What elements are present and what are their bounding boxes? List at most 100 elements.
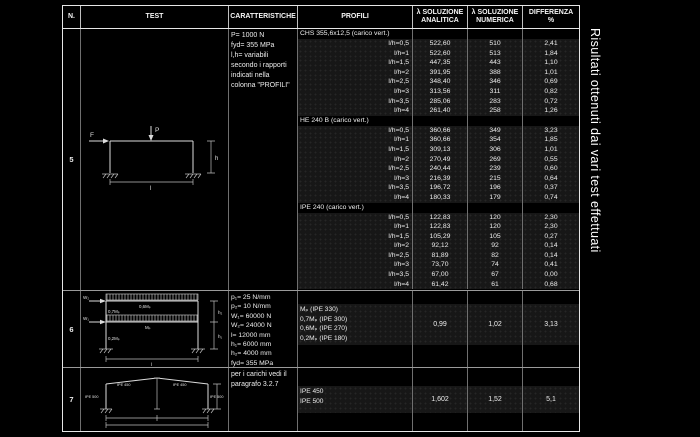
- numerical-value: 311: [468, 87, 523, 97]
- test-6-analytical-cell: 0,99: [413, 291, 468, 367]
- difference-value: 0,60: [523, 164, 579, 174]
- analytical-value: 522,60: [413, 39, 468, 49]
- characteristic-line: p₂= 10 N/mm: [231, 302, 296, 311]
- difference-value: 0,14: [523, 241, 579, 251]
- numerical-value: 61: [468, 280, 523, 290]
- support-hatch-left: [99, 349, 113, 353]
- profile-group-title: IPE 240 (carico vert.): [298, 203, 413, 213]
- frame-outline: [110, 141, 193, 173]
- test-7-numerical-cell: 1,52: [468, 368, 523, 431]
- table-row: l/h=1360,663541,85: [298, 135, 579, 145]
- header-caratteristiche: CARATTERISTICHE: [229, 6, 298, 28]
- test-number-5: 5: [63, 29, 81, 290]
- difference-value: 5,1: [523, 386, 579, 413]
- difference-value: 1,84: [523, 49, 579, 59]
- table-row: l/h=2391,953881,01: [298, 68, 579, 78]
- difference-value: 0,74: [523, 193, 579, 203]
- numerical-value: 258: [468, 106, 523, 116]
- lh-ratio: l/h=1,5: [298, 145, 413, 155]
- profile-group-title-row: IPE 240 (carico vert.): [298, 203, 579, 213]
- length-dimension-label: l: [151, 362, 152, 367]
- difference-value: 0,27: [523, 232, 579, 242]
- lh-ratio: l/h=1: [298, 135, 413, 145]
- wind-force-label-mid: W₁: [83, 316, 89, 321]
- profile-group-title-row: HE 240 B (carico vert.): [298, 116, 579, 126]
- table-row: l/h=3313,563110,82: [298, 87, 579, 97]
- table-row: l/h=3,5285,062830,72: [298, 97, 579, 107]
- ridge-height-dimension: [154, 378, 160, 409]
- empty-cell: [523, 29, 579, 39]
- test-6-profili-cell: Mₚ (IPE 330) 0,7Mₚ (IPE 300) 0,6Mₚ (IPE …: [298, 291, 413, 367]
- lh-ratio: l/h=1: [298, 49, 413, 59]
- length-dimension-line: [110, 179, 193, 185]
- test-row-7: 7 IPE 450 IPE 450 IPE 500 IPE 500: [63, 368, 579, 431]
- load-strip-mid-hatch: [107, 315, 197, 321]
- analytical-value: 180,33: [413, 193, 468, 203]
- profile-line: Mₚ (IPE 330): [300, 305, 338, 315]
- full-span-dimension-line: [106, 422, 208, 428]
- lh-ratio: l/h=2,5: [298, 251, 413, 261]
- analytical-value: 360,66: [413, 135, 468, 145]
- characteristic-line: fyd= 355 MPa: [231, 41, 296, 51]
- analytical-value: 391,95: [413, 68, 468, 78]
- h2-dimension-label: h₂: [218, 310, 223, 315]
- table-header: N. TEST CARATTERISTICHE PROFILI λ SOLUZI…: [63, 6, 579, 29]
- characteristic-line: secondo i rapporti: [231, 61, 296, 71]
- lh-ratio: l/h=2,5: [298, 77, 413, 87]
- profile-group-title: CHS 355,6x12,5 (carico vert.): [298, 29, 413, 39]
- lh-ratio: l/h=3: [298, 260, 413, 270]
- portal-frame-diagram: F P h l: [81, 29, 228, 290]
- member-label-lower-column: 0,2Mₚ: [108, 336, 120, 341]
- numerical-value: 349: [468, 126, 523, 136]
- numerical-value: 179: [468, 193, 523, 203]
- empty-cell: [468, 116, 523, 126]
- header-soluzione-analitica: λ SOLUZIONE ANALITICA: [413, 6, 468, 28]
- analytical-value: 240,44: [413, 164, 468, 174]
- member-label-top-beam: 0,6Mₚ: [139, 304, 151, 309]
- lh-ratio: l/h=3: [298, 174, 413, 184]
- characteristic-line: P= 1000 N: [231, 31, 296, 41]
- table-row: l/h=0,5522,605102,41: [298, 39, 579, 49]
- analytical-value: 1,602: [413, 386, 467, 413]
- difference-value: 1,01: [523, 68, 579, 78]
- test-row-5: 5 F P h l P=: [63, 29, 579, 291]
- profile-list: IPE 450 IPE 500: [298, 386, 412, 413]
- header-differenza-line1: DIFFERENZA: [529, 9, 573, 17]
- numerical-value: 196: [468, 183, 523, 193]
- table-row: l/h=1,5105,291050,27: [298, 232, 579, 242]
- characteristic-line: indicati nella: [231, 71, 296, 81]
- characteristic-line: W₁= 60000 N: [231, 312, 296, 321]
- table-row: l/h=1122,831202,30: [298, 222, 579, 232]
- numerical-value: 269: [468, 155, 523, 165]
- lh-ratio: l/h=3,5: [298, 270, 413, 280]
- numerical-value: 120: [468, 222, 523, 232]
- characteristic-line: fyd= 355 MPa: [231, 359, 296, 367]
- difference-value: 0,72: [523, 97, 579, 107]
- difference-value: 0,37: [523, 183, 579, 193]
- test-row-6: 6 W₂ W₁ 0,6Mₚ 0,7Mₚ Mₚ 0: [63, 291, 579, 368]
- table-row: l/h=1522,605131,84: [298, 49, 579, 59]
- two-story-frame-diagram: W₂ W₁ 0,6Mₚ 0,7Mₚ Mₚ 0,2Mₚ h₂ h₁ l: [81, 291, 228, 367]
- profile-line: 0,7Mₚ (IPE 300): [300, 315, 347, 325]
- difference-value: 3,13: [523, 304, 579, 345]
- header-soluzione-analitica-line2: ANALITICA: [421, 17, 459, 25]
- analytical-value: 270,49: [413, 155, 468, 165]
- numerical-value: 215: [468, 174, 523, 184]
- lh-ratio: l/h=4: [298, 106, 413, 116]
- vertical-force-arrowhead: [149, 135, 154, 141]
- empty-cell: [413, 203, 468, 213]
- length-dimension-label: l: [150, 186, 151, 192]
- lh-ratio: l/h=3: [298, 87, 413, 97]
- test-7-characteristics: per i carichi vedi il paragrafo 3.2.7: [229, 368, 298, 431]
- test-7-profili-cell: IPE 450 IPE 500: [298, 368, 413, 431]
- numerical-value: 74: [468, 260, 523, 270]
- length-dimension-line: [106, 356, 198, 362]
- analytical-value: 122,83: [413, 213, 468, 223]
- lh-ratio: l/h=2,5: [298, 164, 413, 174]
- difference-value: 0,69: [523, 77, 579, 87]
- frame-outline: [106, 301, 198, 349]
- profile-line: IPE 450: [300, 387, 323, 397]
- table-row: l/h=292,12920,14: [298, 241, 579, 251]
- numerical-value: 283: [468, 97, 523, 107]
- page-caption: Risultati ottenuti dai vari test effettu…: [588, 28, 602, 318]
